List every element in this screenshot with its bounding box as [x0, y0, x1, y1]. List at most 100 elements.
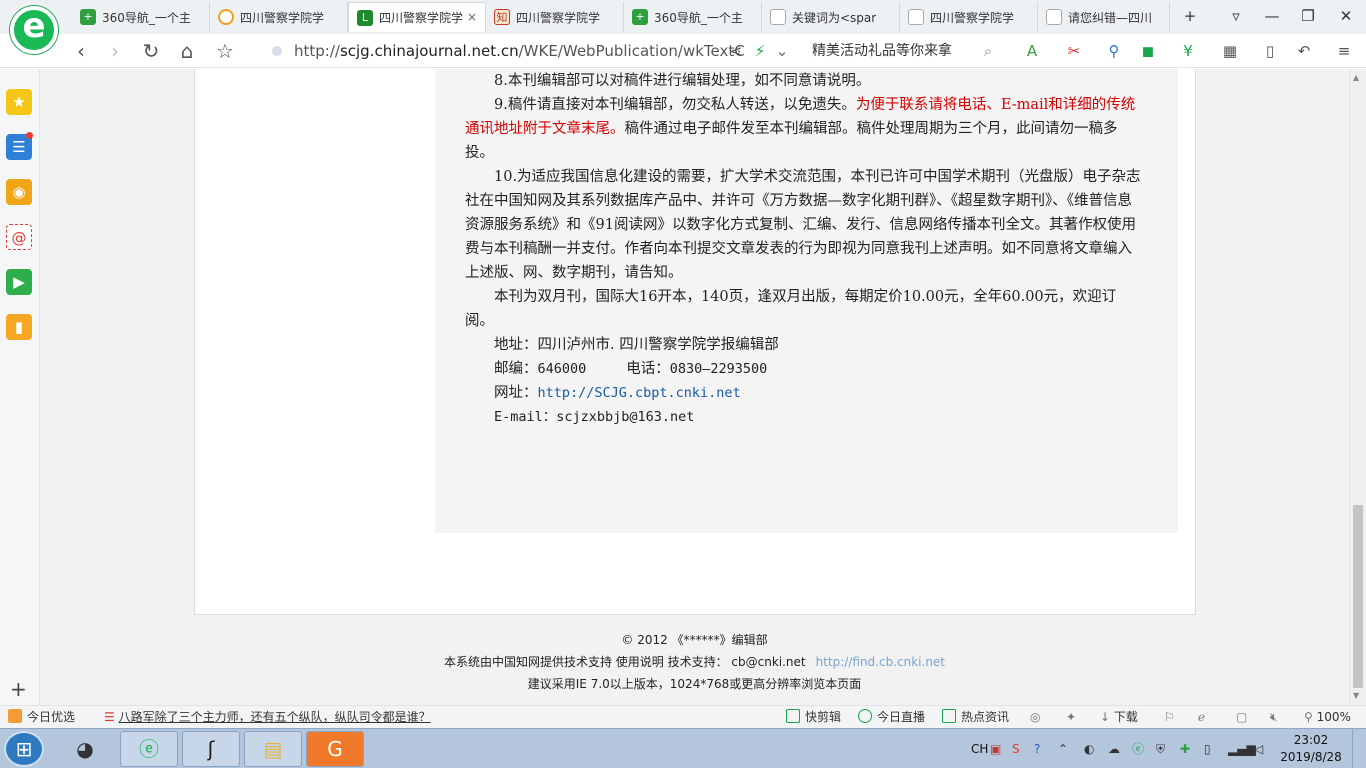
- system-clock[interactable]: 23:02 2019/8/28: [1276, 732, 1346, 766]
- tray-browser-icon[interactable]: ⓔ: [1132, 729, 1144, 768]
- browser-note: 建议采用IE 7.0以上版本，1024*768或更高分辨率浏览本页面: [527, 677, 862, 691]
- tab-label: 四川警察学院学: [930, 10, 1015, 25]
- new-tab-button[interactable]: +: [1178, 4, 1202, 28]
- speed-mode-icon[interactable]: ⚡: [750, 41, 770, 61]
- today-live[interactable]: 今日直播: [858, 706, 925, 728]
- tab-label: 360导航_一个主: [654, 10, 743, 25]
- tray-pdf-icon[interactable]: ▣: [990, 729, 1001, 768]
- today-pick[interactable]: 今日优选: [8, 706, 75, 728]
- tray-expand-icon[interactable]: ⌃: [1058, 729, 1068, 768]
- bookmark-star-button[interactable]: ☆: [212, 38, 238, 64]
- show-desktop-button[interactable]: [1352, 729, 1366, 768]
- forward-button[interactable]: ›: [102, 38, 128, 64]
- tshirt-icon[interactable]: ▿: [1224, 4, 1248, 28]
- tab-3-active[interactable]: L 四川警察学院学 ×: [348, 2, 486, 32]
- support-link[interactable]: http://find.cb.cnki.net: [816, 655, 945, 669]
- color-balls-app-icon[interactable]: ◕: [56, 731, 114, 767]
- vertical-scrollbar[interactable]: ▲ ▼: [1349, 69, 1366, 705]
- search-box[interactable]: 精美活动礼品等你来拿: [812, 40, 1002, 62]
- tab-7[interactable]: 四川警察学院学: [900, 2, 1038, 32]
- undo-icon[interactable]: ↶: [1294, 41, 1314, 61]
- tv-icon[interactable]: ▶: [6, 269, 32, 295]
- apps-grid-icon[interactable]: ▦: [1220, 41, 1240, 61]
- zoom-level[interactable]: ⚲ 100%: [1304, 706, 1351, 728]
- magnifier-icon[interactable]: ⚲: [1104, 41, 1124, 61]
- hot-news[interactable]: 热点资讯: [942, 706, 1009, 728]
- tab-5[interactable]: + 360导航_一个主: [624, 2, 762, 32]
- article-panel: 8.本刊编辑部可以对稿件进行编辑处理，如不同意请说明。 9.稿件请直接对本刊编辑…: [435, 69, 1178, 533]
- email-line: E-mail：scjzxbbjb@163.net: [494, 409, 695, 425]
- close-window-button[interactable]: ✕: [1334, 4, 1358, 28]
- window-icon[interactable]: ▢: [1236, 706, 1247, 728]
- website-link[interactable]: http://SCJG.cbpt.cnki.net: [538, 385, 741, 401]
- flag-icon[interactable]: ⚐: [1164, 706, 1175, 728]
- scroll-down-icon[interactable]: ▼: [1353, 691, 1359, 700]
- search-icon[interactable]: ⌕: [978, 41, 998, 61]
- tray-device-icon[interactable]: ▯: [1204, 729, 1211, 768]
- gift-icon: [8, 709, 22, 723]
- tab-label: 四川警察学院学: [240, 10, 325, 25]
- tray-volume-icon[interactable]: ◁: [1254, 729, 1263, 768]
- publication-info: 本刊为双月刊，国际大16开本，140页，逢双月出版，每期定价10.00元，全年6…: [465, 289, 1117, 329]
- url-input[interactable]: http://scjg.chinajournal.net.cn/WKE/WebP…: [272, 40, 746, 62]
- mute-icon[interactable]: 🔇︎: [1270, 706, 1278, 728]
- tab-1[interactable]: + 360导航_一个主: [72, 2, 210, 32]
- refresh-button[interactable]: ↻: [138, 38, 164, 64]
- browser-logo-icon[interactable]: [10, 6, 58, 54]
- tab-2[interactable]: 四川警察学院学: [210, 2, 348, 32]
- tray-network-icon[interactable]: ▂▄▆: [1228, 729, 1256, 768]
- screenshot-scissors-icon[interactable]: ✂: [1064, 41, 1084, 61]
- close-tab-icon[interactable]: ×: [467, 10, 477, 24]
- chevron-down-icon[interactable]: ⌄: [772, 41, 792, 61]
- notification-dot: [26, 132, 33, 139]
- share-icon[interactable]: ⋖: [726, 41, 746, 61]
- status-bar: 今日优选 ☰ 八路军除了三个主力师，还有五个纵队，纵队司令都是谁？ 快剪辑 今日…: [0, 705, 1366, 728]
- notebook-icon[interactable]: ▮: [6, 314, 32, 340]
- tray-cloud-icon[interactable]: ☁: [1108, 729, 1120, 768]
- reading-mode-icon[interactable]: ▯: [1260, 41, 1280, 61]
- scroll-up-icon[interactable]: ▲: [1353, 73, 1359, 82]
- tab-label: 四川警察学院学: [516, 10, 601, 25]
- download-button[interactable]: ↓ 下载: [1100, 706, 1138, 728]
- tray-help-icon[interactable]: ?: [1034, 729, 1040, 768]
- game-icon[interactable]: ◼: [1138, 41, 1158, 61]
- speed-icon[interactable]: ◎: [1030, 706, 1040, 728]
- site-info-icon[interactable]: [272, 46, 282, 56]
- tray-gamepad-icon[interactable]: ◐: [1084, 729, 1094, 768]
- browser-e-icon[interactable]: ℯ: [1198, 706, 1205, 728]
- support-line: 本系统由中国知网提供技术支持 使用说明 技术支持： cb@cnki.net htt…: [443, 655, 946, 669]
- maximize-button[interactable]: ❐: [1296, 4, 1320, 28]
- headline-news[interactable]: ☰ 八路军除了三个主力师，还有五个纵队，纵队司令都是谁？: [104, 706, 431, 728]
- browser-360-task-icon[interactable]: ⓔ: [120, 731, 178, 767]
- translate-icon[interactable]: A: [1022, 41, 1042, 61]
- tray-360-icon[interactable]: ✚: [1180, 729, 1190, 768]
- start-button[interactable]: [4, 731, 44, 767]
- tab-6[interactable]: 关键词为<spar: [762, 2, 900, 32]
- clean-icon[interactable]: ✦: [1066, 706, 1076, 728]
- add-sidebar-button[interactable]: +: [10, 677, 27, 701]
- tab-label: 360导航_一个主: [102, 10, 191, 25]
- green-app-task-icon[interactable]: ʃ: [182, 731, 240, 767]
- page-container: 8.本刊编辑部可以对稿件进行编辑处理，如不同意请说明。 9.稿件请直接对本刊编辑…: [194, 69, 1196, 615]
- wallet-icon[interactable]: ¥: [1178, 41, 1198, 61]
- scrollbar-thumb[interactable]: [1353, 505, 1363, 688]
- back-button[interactable]: ‹: [68, 38, 94, 64]
- input-language[interactable]: CH: [971, 729, 988, 768]
- menu-icon[interactable]: ≡: [1334, 41, 1354, 61]
- email-at-icon[interactable]: @: [6, 224, 32, 250]
- navigation-360-icon: +: [632, 9, 648, 25]
- tab-8[interactable]: 请您纠错—四川: [1038, 2, 1170, 32]
- journal-icon: L: [357, 9, 373, 26]
- minimize-button[interactable]: —: [1260, 4, 1284, 28]
- tray-sogou-icon[interactable]: S: [1012, 729, 1020, 768]
- weibo-icon[interactable]: ◉: [6, 179, 32, 205]
- tray-shield-icon[interactable]: ⛨: [1156, 729, 1165, 768]
- footer: © 2012 《******》编辑部 本系统由中国知网提供技术支持 使用说明 技…: [40, 629, 1349, 695]
- quick-clip[interactable]: 快剪辑: [786, 706, 841, 728]
- tab-label: 四川警察学院学: [379, 11, 464, 25]
- favorites-star-icon[interactable]: ★: [6, 89, 32, 115]
- tab-4[interactable]: 知 四川警察学院学: [486, 2, 624, 32]
- folder-task-icon[interactable]: ▤: [244, 731, 302, 767]
- pdf-task-icon[interactable]: G: [306, 731, 364, 767]
- home-button[interactable]: ⌂: [174, 38, 200, 64]
